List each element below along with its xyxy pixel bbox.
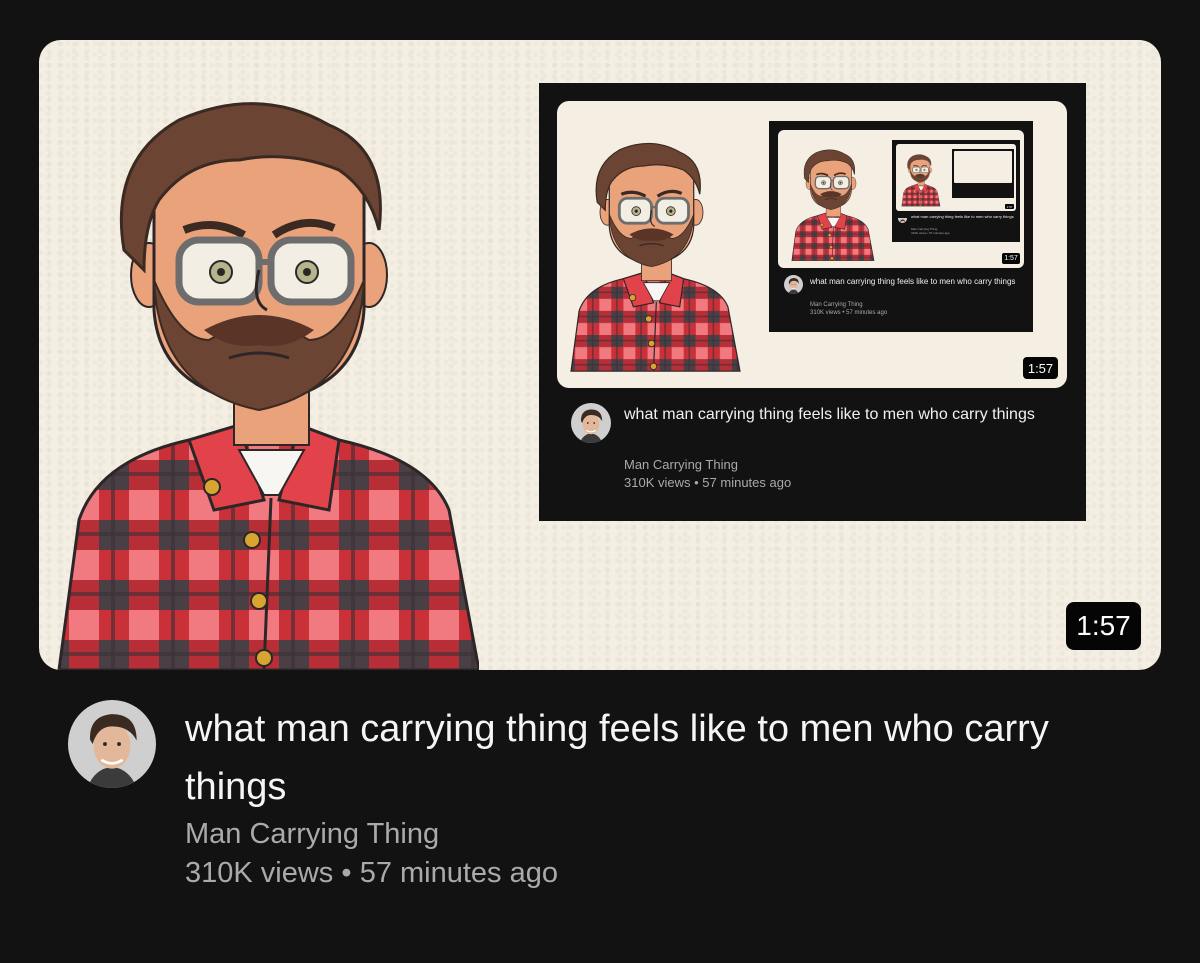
channel-name[interactable]: Man Carrying Thing bbox=[185, 818, 439, 851]
upload-age: 57 minutes ago bbox=[359, 857, 558, 889]
channel-name: Man Carrying Thing bbox=[624, 457, 738, 472]
duration-badge: 1:57 bbox=[1023, 357, 1058, 379]
channel-name: Man Carrying Thing bbox=[810, 302, 863, 308]
video-thumbnail[interactable]: 1:57 what man carrying thing feels like … bbox=[39, 40, 1161, 670]
nested-video-card: 1:57 what man carrying thing feels like … bbox=[892, 140, 1020, 242]
duration-badge: 1:57 bbox=[1066, 602, 1141, 650]
view-count: 310K views bbox=[185, 857, 334, 889]
nested-video-thumbnail: 1:57 what man carrying thing feels like … bbox=[557, 101, 1067, 388]
video-stats: 310K views • 57 minutes ago bbox=[185, 857, 558, 890]
video-title: what man carrying thing feels like to me… bbox=[624, 406, 1035, 423]
video-title: what man carrying thing feels like to me… bbox=[810, 277, 1016, 286]
bearded-man-illustration bbox=[791, 149, 875, 262]
video-stats: 310K views • 57 minutes ago bbox=[810, 310, 888, 316]
nested-video-card bbox=[952, 149, 1014, 198]
video-title: what man carrying thing feels like to me… bbox=[911, 214, 1014, 219]
bearded-man-illustration bbox=[569, 141, 742, 373]
duration-badge: 1:57 bbox=[1002, 253, 1020, 264]
channel-avatar-icon bbox=[784, 275, 803, 294]
separator: • bbox=[341, 857, 352, 889]
channel-avatar-icon bbox=[898, 214, 907, 223]
video-stats: 310K views • 57 minutes ago bbox=[911, 231, 950, 235]
bearded-man-illustration bbox=[901, 154, 941, 207]
duration-badge: 1:57 bbox=[1005, 204, 1014, 209]
video-meta: what man carrying thing feels like to me… bbox=[68, 700, 1168, 900]
video-stats: 310K views • 57 minutes ago bbox=[624, 475, 792, 490]
channel-avatar-icon bbox=[571, 403, 611, 443]
channel-avatar-icon[interactable] bbox=[68, 700, 156, 788]
bearded-man-illustration bbox=[39, 40, 479, 670]
video-title[interactable]: what man carrying thing feels like to me… bbox=[185, 700, 1085, 816]
nested-video-card: 1:57 what man carrying thing feels like … bbox=[769, 121, 1033, 332]
nested-video-card: 1:57 what man carrying thing feels like … bbox=[539, 83, 1086, 521]
nested-video-thumbnail: 1:57 bbox=[896, 144, 1016, 211]
nested-video-thumbnail: 1:57 what man carrying thing feels like … bbox=[778, 130, 1024, 268]
